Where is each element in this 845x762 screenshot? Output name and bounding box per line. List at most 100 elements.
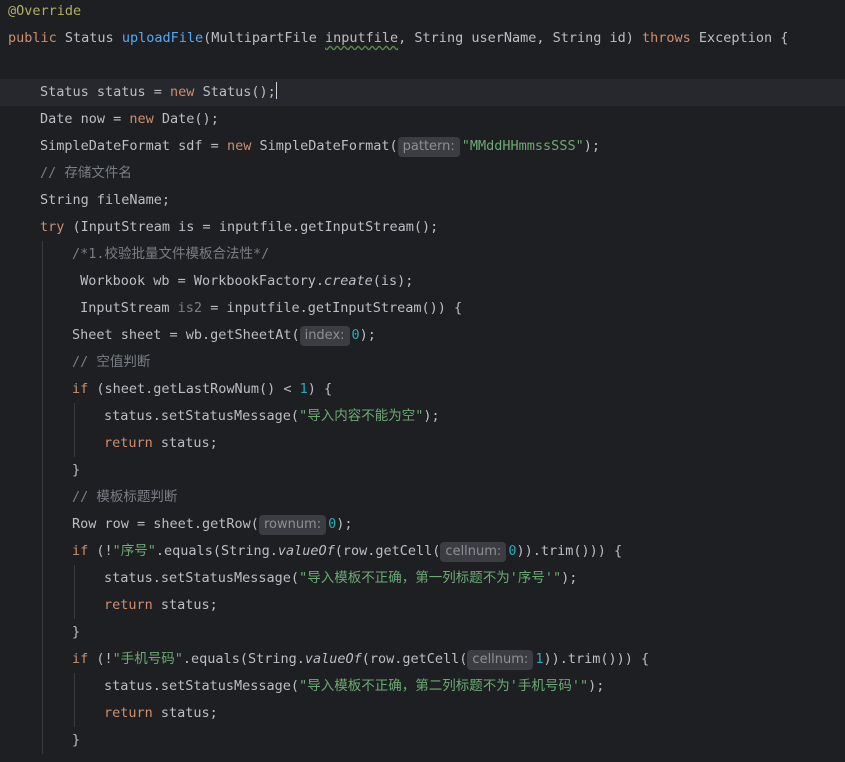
code-line[interactable]: Date now = new Date(); bbox=[0, 106, 845, 133]
code-line[interactable]: if (!"序号".equals(String.valueOf(row.getC… bbox=[0, 538, 845, 565]
code-token: ) { bbox=[307, 381, 333, 397]
indent-guide bbox=[42, 403, 43, 430]
indent-guide bbox=[42, 673, 43, 700]
code-line[interactable]: String fileName; bbox=[0, 187, 845, 214]
code-text: if (sheet.getLastRowNum() < 1) { bbox=[72, 376, 332, 403]
code-text: } bbox=[72, 457, 80, 484]
code-text: status.setStatusMessage("导入内容不能为空"); bbox=[104, 403, 440, 430]
code-text: return status; bbox=[104, 700, 218, 727]
code-line[interactable]: InputStream is2 = inputfile.getInputStre… bbox=[0, 295, 845, 322]
code-text: } bbox=[72, 619, 80, 646]
parameter-hint: pattern: bbox=[397, 137, 460, 157]
code-token: 1 bbox=[299, 381, 308, 397]
code-token: throws bbox=[642, 30, 699, 46]
code-token: } bbox=[72, 732, 81, 748]
code-line[interactable]: return status; bbox=[0, 592, 845, 619]
code-token: SimpleDateFormat( bbox=[259, 138, 398, 154]
code-token: (row.getCell( bbox=[361, 651, 468, 667]
indent-guide bbox=[74, 700, 75, 727]
code-token: return bbox=[104, 435, 161, 451]
code-line[interactable]: return status; bbox=[0, 430, 845, 457]
code-line[interactable]: Row row = sheet.getRow(rownum: 0); bbox=[0, 511, 845, 538]
code-token: return bbox=[104, 705, 161, 721]
indent-guide bbox=[74, 673, 75, 700]
indent-guide bbox=[42, 646, 43, 673]
code-token: "导入模板不正确，第二列标题不为'手机号码'" bbox=[299, 678, 589, 694]
code-token: new bbox=[226, 138, 260, 154]
code-text: Workbook wb = WorkbookFactory.create(is)… bbox=[72, 268, 413, 295]
code-token: new bbox=[170, 84, 203, 100]
code-token: // 空值判断 bbox=[72, 354, 151, 370]
code-text: status.setStatusMessage("导入模板不正确，第二列标题不为… bbox=[104, 673, 604, 700]
code-text: /*1.校验批量文件模板合法性*/ bbox=[72, 241, 269, 268]
code-line[interactable]: Workbook wb = WorkbookFactory.create(is)… bbox=[0, 268, 845, 295]
code-line[interactable]: // 空值判断 bbox=[0, 349, 845, 376]
code-text: String fileName; bbox=[40, 187, 170, 214]
code-token: ); bbox=[561, 570, 578, 586]
code-token: @Override bbox=[8, 3, 82, 19]
code-editor[interactable]: @Override public Status uploadFile(Multip… bbox=[0, 0, 845, 762]
code-token: (! bbox=[96, 651, 113, 667]
code-token: // 存储文件名 bbox=[40, 165, 132, 181]
code-text: Date now = new Date(); bbox=[40, 106, 219, 133]
code-text: // 模板标题判断 bbox=[72, 484, 177, 511]
indent-guide bbox=[42, 511, 43, 538]
code-token: "导入内容不能为空" bbox=[299, 408, 424, 424]
code-token: Date(); bbox=[161, 111, 219, 127]
code-token: status; bbox=[160, 597, 218, 613]
indent-guide bbox=[42, 268, 43, 295]
code-text: SimpleDateFormat sdf = new SimpleDateFor… bbox=[40, 133, 600, 160]
code-text: try (InputStream is = inputfile.getInput… bbox=[40, 214, 438, 241]
code-text: if (!"手机号码".equals(String.valueOf(row.ge… bbox=[72, 646, 649, 673]
indent-guide bbox=[42, 727, 43, 754]
code-token: ); bbox=[588, 678, 605, 694]
code-token: create bbox=[323, 273, 373, 289]
code-token: Status(); bbox=[202, 84, 276, 100]
code-line[interactable]: SimpleDateFormat sdf = new SimpleDateFor… bbox=[0, 133, 845, 160]
code-token: Sheet sheet = wb.getSheetAt( bbox=[72, 327, 300, 343]
code-line[interactable]: } bbox=[0, 727, 845, 754]
code-token: try bbox=[40, 219, 73, 235]
parameter-hint: cellnum: bbox=[467, 650, 534, 670]
code-token: // 模板标题判断 bbox=[72, 489, 178, 505]
code-line[interactable]: try (InputStream is = inputfile.getInput… bbox=[0, 214, 845, 241]
code-token: is2 bbox=[177, 300, 203, 316]
code-token: ); bbox=[583, 138, 600, 154]
code-line[interactable]: if (sheet.getLastRowNum() < 1) { bbox=[0, 376, 845, 403]
indent-guide bbox=[42, 619, 43, 646]
code-line[interactable]: // 存储文件名 bbox=[0, 160, 845, 187]
code-token: Status bbox=[64, 30, 122, 46]
code-line[interactable]: /*1.校验批量文件模板合法性*/ bbox=[0, 241, 845, 268]
code-line[interactable]: // 模板标题判断 bbox=[0, 484, 845, 511]
code-token: } bbox=[72, 462, 81, 478]
code-token: uploadFile bbox=[121, 30, 204, 46]
code-token: } bbox=[72, 624, 81, 640]
code-token: if bbox=[72, 381, 97, 397]
code-line[interactable]: } bbox=[0, 457, 845, 484]
code-line[interactable]: Status status = new Status(); bbox=[0, 79, 845, 106]
code-line[interactable]: @Override bbox=[0, 0, 845, 25]
code-line[interactable]: status.setStatusMessage("导入内容不能为空"); bbox=[0, 403, 845, 430]
indent-guide bbox=[42, 700, 43, 727]
code-token: (is); bbox=[372, 273, 414, 289]
code-token: status; bbox=[160, 435, 218, 451]
code-line[interactable]: Sheet sheet = wb.getSheetAt(index: 0); bbox=[0, 322, 845, 349]
code-text: // 空值判断 bbox=[72, 349, 150, 376]
code-line[interactable]: status.setStatusMessage("导入模板不正确，第一列标题不为… bbox=[0, 565, 845, 592]
code-token: valueOf bbox=[304, 651, 362, 667]
code-line[interactable]: if (!"手机号码".equals(String.valueOf(row.ge… bbox=[0, 646, 845, 673]
code-token: status; bbox=[160, 705, 218, 721]
indent-guide bbox=[74, 592, 75, 619]
code-token: Status status = bbox=[40, 84, 171, 100]
code-line[interactable]: } bbox=[0, 619, 845, 646]
code-token: SimpleDateFormat sdf = bbox=[40, 138, 227, 154]
code-text: InputStream is2 = inputfile.getInputStre… bbox=[72, 295, 462, 322]
code-text: status.setStatusMessage("导入模板不正确，第一列标题不为… bbox=[104, 565, 577, 592]
code-line[interactable]: return status; bbox=[0, 700, 845, 727]
code-token: "导入模板不正确，第一列标题不为'序号'" bbox=[299, 570, 562, 586]
indent-guide bbox=[42, 484, 43, 511]
code-line[interactable] bbox=[0, 52, 845, 79]
code-token: if bbox=[72, 651, 97, 667]
code-line[interactable]: public Status uploadFile(MultipartFile i… bbox=[0, 25, 845, 52]
code-line[interactable]: status.setStatusMessage("导入模板不正确，第二列标题不为… bbox=[0, 673, 845, 700]
